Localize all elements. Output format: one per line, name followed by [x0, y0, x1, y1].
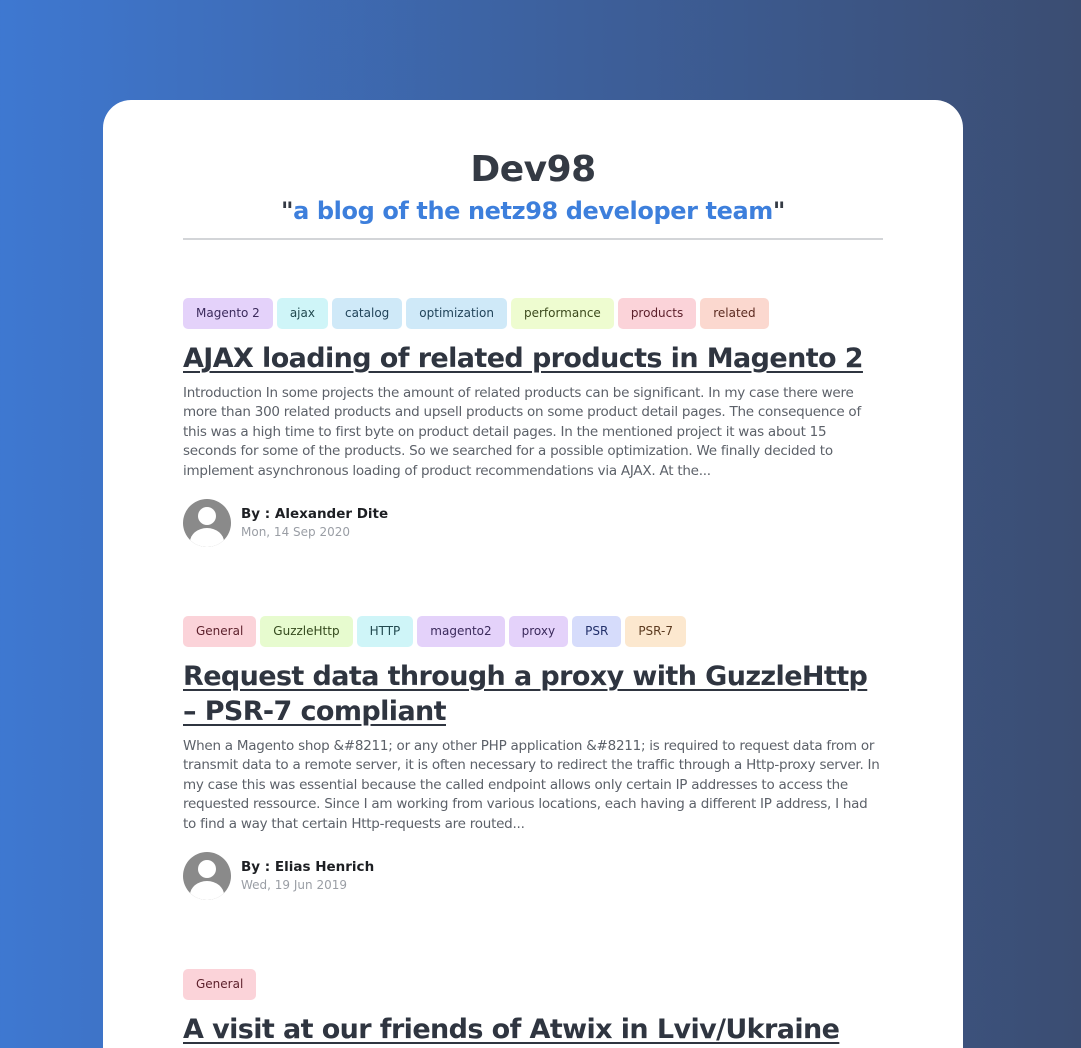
author-name: By : Elias Henrich: [241, 859, 375, 876]
tag[interactable]: magento2: [417, 616, 505, 647]
author-name: By : Alexander Dite: [241, 506, 389, 523]
tag-list: General: [183, 969, 883, 1000]
post-card: General GuzzleHttp HTTP magento2 proxy P…: [183, 616, 883, 901]
post-title-link[interactable]: Request data through a proxy with Guzzle…: [183, 659, 883, 729]
tag[interactable]: related: [700, 298, 769, 329]
site-subtitle: "a blog of the netz98 developer team": [183, 196, 883, 226]
post-title-link[interactable]: AJAX loading of related products in Mage…: [183, 341, 883, 376]
post-card: Magento 2 ajax catalog optimization perf…: [183, 298, 883, 548]
tag-list: Magento 2 ajax catalog optimization perf…: [183, 298, 883, 329]
avatar-icon: [183, 499, 231, 548]
tag[interactable]: General: [183, 616, 257, 647]
tag[interactable]: PSR: [572, 616, 622, 647]
tag[interactable]: ajax: [276, 298, 328, 329]
post-date: Wed, 19 Jun 2019: [241, 878, 347, 893]
tag[interactable]: catalog: [331, 298, 403, 329]
avatar-icon: [183, 852, 231, 901]
subtitle-open-quote: ": [281, 197, 294, 225]
post-date: Mon, 14 Sep 2020: [241, 525, 350, 540]
tag[interactable]: PSR-7: [625, 616, 686, 647]
post-card: General A visit at our friends of Atwix …: [183, 969, 883, 1047]
subtitle-close-quote: ": [772, 197, 786, 225]
post-author: By : Alexander Dite Mon, 14 Sep 2020: [183, 499, 883, 548]
site-title[interactable]: Dev98: [183, 148, 883, 192]
tag-list: General GuzzleHttp HTTP magento2 proxy P…: [183, 616, 883, 647]
subtitle-text: a blog of the netz98 developer team: [293, 197, 773, 225]
tag[interactable]: proxy: [508, 616, 569, 647]
post-excerpt: Introduction In some projects the amount…: [183, 385, 861, 479]
post-author: By : Elias Henrich Wed, 19 Jun 2019: [183, 852, 883, 901]
tag[interactable]: products: [617, 298, 697, 329]
tag[interactable]: GuzzleHttp: [260, 616, 353, 647]
site-header: Dev98 "a blog of the netz98 developer te…: [183, 100, 883, 240]
tag[interactable]: Magento 2: [183, 298, 273, 329]
tag[interactable]: General: [183, 969, 257, 1000]
tag[interactable]: performance: [510, 298, 614, 329]
post-excerpt: When a Magento shop &#8211; or any other…: [183, 738, 880, 832]
post-title-link[interactable]: A visit at our friends of Atwix in Lviv/…: [183, 1012, 883, 1047]
author-meta: By : Alexander Dite Mon, 14 Sep 2020: [241, 505, 388, 541]
blog-card: Dev98 "a blog of the netz98 developer te…: [103, 100, 963, 1048]
tag[interactable]: HTTP: [356, 616, 414, 647]
tag[interactable]: optimization: [406, 298, 507, 329]
author-meta: By : Elias Henrich Wed, 19 Jun 2019: [241, 858, 374, 894]
